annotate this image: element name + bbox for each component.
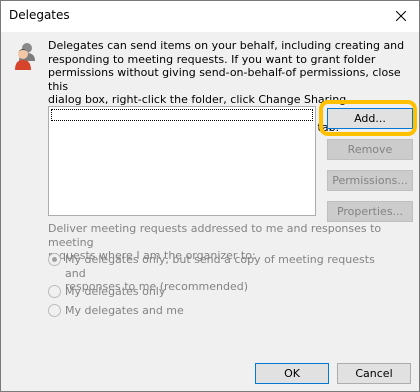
delegates-dialog: Delegates Delegates can send items on yo… — [0, 0, 420, 392]
title-bar[interactable]: Delegates — [1, 1, 419, 32]
radio-label: My delegates and me — [65, 304, 184, 317]
radio-button[interactable] — [48, 304, 61, 317]
remove-button[interactable]: Remove — [327, 139, 413, 160]
radio-option-delegates-only[interactable]: My delegates only — [48, 285, 385, 299]
radio-option-delegates-and-me[interactable]: My delegates and me — [48, 304, 385, 318]
close-button[interactable] — [383, 1, 419, 31]
radio-button[interactable] — [48, 285, 61, 298]
window-title: Delegates — [9, 8, 70, 22]
close-icon — [396, 11, 406, 21]
delegate-list[interactable] — [48, 106, 316, 216]
ok-button[interactable]: OK — [255, 363, 329, 384]
cancel-button[interactable]: Cancel — [337, 363, 411, 384]
radio-button[interactable] — [48, 253, 61, 266]
permissions-button[interactable]: Permissions... — [327, 170, 413, 191]
radio-label: My delegates only — [65, 285, 166, 298]
people-icon — [15, 43, 35, 70]
list-focus-rect — [51, 109, 313, 121]
add-button[interactable]: Add... — [327, 108, 413, 129]
properties-button[interactable]: Properties... — [327, 201, 413, 222]
